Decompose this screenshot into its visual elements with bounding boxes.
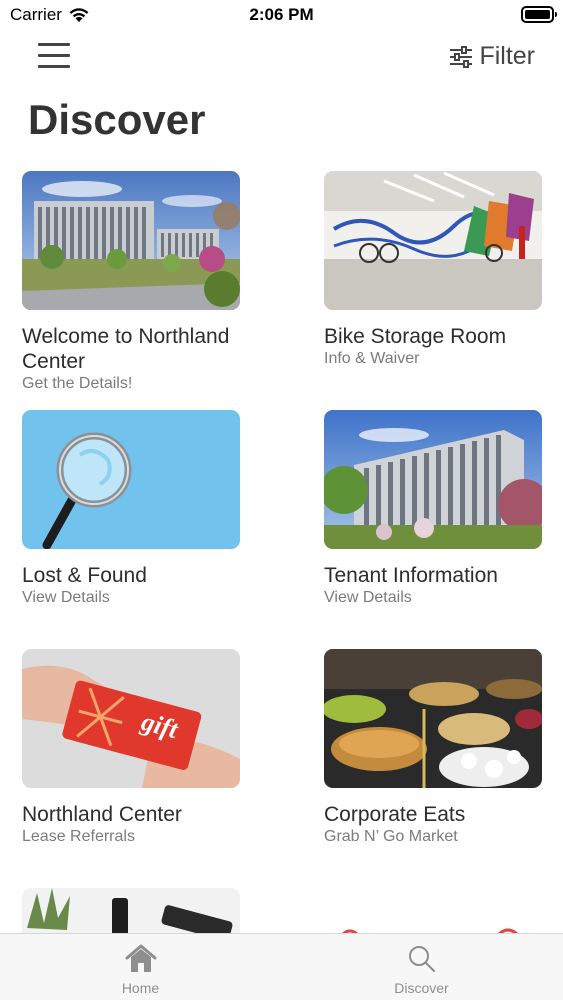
card-subtitle: Grab N’ Go Market bbox=[324, 828, 458, 845]
card-lost-found[interactable]: Lost & Found View Details bbox=[22, 410, 240, 607]
card-image-magnifying-glass bbox=[22, 410, 240, 549]
card-subtitle: Lease Referrals bbox=[22, 828, 135, 845]
menu-button[interactable] bbox=[38, 43, 70, 71]
card-subtitle: View Details bbox=[324, 589, 412, 606]
sliders-icon bbox=[450, 45, 473, 68]
card-title: Northland Center bbox=[22, 803, 182, 826]
filter-button[interactable]: Filter bbox=[449, 42, 535, 71]
card-subtitle: View Details bbox=[22, 589, 110, 606]
tab-home[interactable]: Home bbox=[0, 934, 281, 1000]
card-image-office-building bbox=[22, 171, 240, 310]
card-image-catering bbox=[324, 649, 542, 788]
tab-discover[interactable]: Discover bbox=[281, 934, 562, 1000]
status-bar: Carrier 2:06 PM bbox=[0, 0, 563, 30]
card-title: Welcome to Northland Center bbox=[22, 325, 230, 373]
card-bike-storage[interactable]: Bike Storage Room Info & Waiver bbox=[324, 171, 542, 368]
card-tenant-information[interactable]: Tenant Information View Details bbox=[324, 410, 542, 607]
card-lease-referrals[interactable]: gift Northland Center Lease Referrals bbox=[22, 649, 240, 846]
page-title: Discover bbox=[28, 96, 206, 143]
card-corporate-eats[interactable]: Corporate Eats Grab N’ Go Market bbox=[324, 649, 542, 846]
card-title: Corporate Eats bbox=[324, 803, 466, 826]
card-welcome[interactable]: Welcome to Northland Center Get the Deta… bbox=[22, 171, 240, 393]
search-icon bbox=[408, 946, 435, 972]
menu-icon bbox=[38, 43, 70, 46]
filter-label: Filter bbox=[479, 42, 535, 70]
clock: 2:06 PM bbox=[249, 5, 314, 24]
card-image-bike-room bbox=[324, 171, 542, 310]
card-title: Bike Storage Room bbox=[324, 325, 507, 348]
tab-bar: Home Discover bbox=[0, 933, 563, 1000]
tab-label: Home bbox=[121, 980, 160, 996]
card-subtitle: Get the Details! bbox=[22, 375, 133, 392]
tab-label: Discover bbox=[394, 980, 449, 996]
battery-icon bbox=[521, 6, 557, 23]
card-subtitle: Info & Waiver bbox=[324, 350, 420, 367]
card-image-office-tower bbox=[324, 410, 542, 549]
home-icon bbox=[125, 944, 156, 972]
card-title: Lost & Found bbox=[22, 564, 147, 587]
card-image-gift-card: gift bbox=[22, 649, 240, 788]
card-title: Tenant Information bbox=[324, 564, 498, 587]
